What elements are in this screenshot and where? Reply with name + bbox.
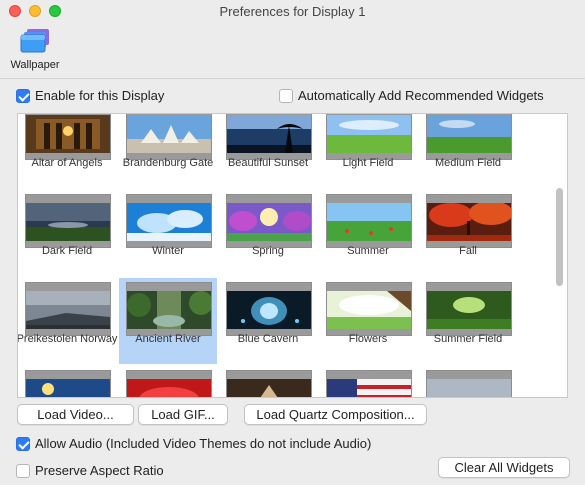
wallpaper-label: Wallpaper [10,59,60,71]
wallpaper-tile[interactable]: Winter [119,190,217,276]
wallpaper-thumbnail [226,114,312,160]
wallpaper-thumbnail [126,114,212,160]
enable-display-checkbox[interactable] [16,88,30,103]
wallpaper-tile[interactable]: Ancient River [119,278,217,364]
wallpaper-grid[interactable]: Altar of Angels Brandenburg Gate Beautiful… [17,113,568,398]
wallpaper-thumbnail [25,114,111,160]
wallpaper-thumbnail [326,370,412,397]
wallpaper-tile[interactable]: Fall [419,190,517,276]
wallpaper-thumbnail [326,114,412,160]
wallpaper-thumbnail [426,114,512,160]
load-quartz-button[interactable]: Load Quartz Composition... [244,404,427,425]
wallpaper-tile[interactable]: Altar of Angels [18,114,116,188]
wallpaper-tile[interactable] [119,366,217,397]
allow-audio-checkbox[interactable] [16,436,30,451]
wallpaper-label: Medium Field [434,157,502,169]
enable-display-label: Enable for this Display [35,88,165,103]
wallpaper-label: Summer Field [433,333,503,345]
toolbar-divider [0,78,585,79]
preserve-aspect-checkbox[interactable] [16,463,30,478]
wallpaper-tile[interactable]: Brandenburg Gate [119,114,217,188]
wallpaper-thumbnail [426,370,512,397]
wallpaper-tile[interactable]: Flowers [319,278,417,364]
load-gif-button[interactable]: Load GIF... [138,404,228,425]
wallpaper-tile[interactable]: Spring [219,190,317,276]
wallpaper-icon [20,28,52,54]
preserve-aspect-option[interactable]: Preserve Aspect Ratio [16,463,164,478]
wallpaper-thumbnail [126,370,212,397]
wallpaper-tile[interactable] [219,366,317,397]
wallpaper-label: Fall [459,245,477,257]
auto-widgets-checkbox[interactable] [279,88,293,103]
wallpaper-thumbnail [126,282,212,336]
grid-scrollbar[interactable] [556,188,563,286]
clear-widgets-button[interactable]: Clear All Widgets [438,457,570,478]
allow-audio-label: Allow Audio (Included Video Themes do no… [35,436,372,451]
wallpaper-tile[interactable]: Summer [319,190,417,276]
wallpaper-thumbnail [226,370,312,397]
wallpaper-thumbnail [25,194,111,248]
auto-widgets-option[interactable]: Automatically Add Recommended Widgets [279,88,544,103]
wallpaper-thumbnail [25,370,111,397]
wallpaper-thumbnail [326,282,412,336]
wallpaper-thumbnail [226,194,312,248]
wallpaper-tile[interactable]: Light Field [319,114,417,188]
wallpaper-thumbnail [126,194,212,248]
allow-audio-option[interactable]: Allow Audio (Included Video Themes do no… [16,436,371,451]
wallpaper-thumbnail [226,282,312,336]
wallpaper-tile[interactable]: Blue Cavern [219,278,317,364]
enable-display-option[interactable]: Enable for this Display [16,88,164,103]
wallpaper-tile[interactable] [419,366,517,397]
wallpaper-tile[interactable]: Dark Field [18,190,116,276]
title-bar: Preferences for Display 1 [0,0,585,24]
preserve-aspect-label: Preserve Aspect Ratio [35,463,164,478]
wallpaper-tile[interactable]: Medium Field [419,114,517,188]
wallpaper-tile[interactable]: Preikestolen Norway [18,278,117,364]
wallpaper-thumbnail [25,282,111,336]
load-video-button[interactable]: Load Video... [17,404,134,425]
wallpaper-tile[interactable] [319,366,417,397]
wallpaper-tile[interactable]: Beautiful Sunset [219,114,317,188]
window-title: Preferences for Display 1 [219,4,366,19]
auto-widgets-label: Automatically Add Recommended Widgets [298,88,544,103]
wallpaper-thumbnail [426,194,512,248]
wallpaper-tile[interactable]: Summer Field [419,278,517,364]
wallpaper-tile[interactable] [18,366,116,397]
wallpaper-thumbnail [326,194,412,248]
wallpaper-thumbnail [426,282,512,336]
toolbar-item-wallpaper[interactable]: Wallpaper [6,26,64,74]
